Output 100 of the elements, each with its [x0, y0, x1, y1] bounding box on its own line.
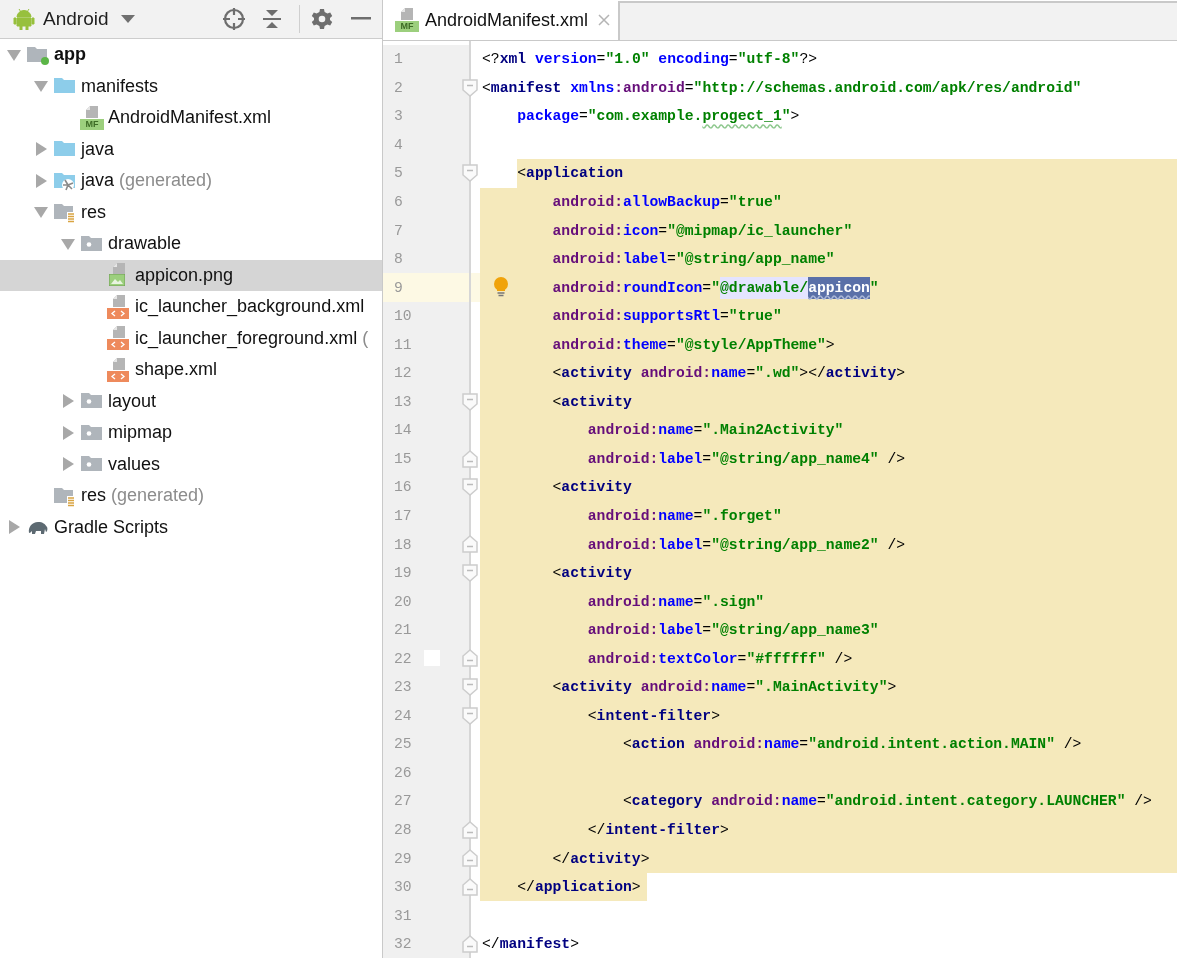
line-number: 21 — [393, 621, 412, 641]
code-line: android:name=".Main2Activity" — [586, 421, 844, 441]
collapsed-arrow-icon[interactable] — [61, 425, 75, 440]
line-number: 4 — [393, 135, 403, 155]
code-line: android:theme="@style/AppTheme"> — [551, 335, 835, 355]
locate-icon[interactable] — [223, 8, 245, 30]
tree-item[interactable]: shape.xml — [0, 354, 382, 386]
code-line: </manifest> — [482, 935, 579, 955]
collapse-all-icon[interactable] — [262, 9, 282, 29]
fold-marker-icon[interactable] — [462, 392, 478, 411]
tree-item[interactable]: java — [0, 133, 382, 165]
line-number: 16 — [393, 478, 412, 498]
line-number: 6 — [393, 193, 403, 212]
code-line: <activity — [551, 478, 632, 498]
xml-file-icon — [107, 326, 131, 351]
settings-icon[interactable] — [311, 8, 333, 30]
code-line: package="com.example.progect_1"> — [516, 107, 800, 127]
code-line: </intent-filter> — [586, 821, 729, 840]
code-line: android:label="@string/app_name3" — [586, 621, 879, 641]
code-line: android:label="@string/app_name2" /> — [586, 535, 906, 555]
collapsed-arrow-icon[interactable] — [34, 142, 48, 157]
line-number: 26 — [393, 763, 412, 783]
fold-marker-icon[interactable] — [462, 164, 478, 183]
code-line: <activity android:name=".wd"></activity> — [551, 364, 906, 384]
tree-item[interactable]: res — [0, 196, 382, 228]
line-number: 27 — [393, 792, 412, 812]
code-line: android:name=".forget" — [586, 507, 782, 526]
line-number: 8 — [393, 250, 403, 270]
code-line: <activity — [551, 392, 632, 412]
close-icon[interactable] — [598, 14, 611, 26]
code-line: android:supportsRtl="true" — [551, 307, 782, 327]
line-number: 9 — [393, 278, 403, 298]
line-number: 25 — [393, 735, 412, 755]
tree-item[interactable]: java (generated) — [0, 165, 382, 197]
fold-marker-icon[interactable] — [462, 678, 478, 697]
line-number: 2 — [393, 78, 403, 98]
code-line: android:roundIcon="@drawable/appicon" — [482, 273, 879, 302]
line-number: 30 — [393, 878, 412, 898]
code-line: <manifest xmlns:android="http://schemas.android.com/apk/res/android" — [482, 78, 1082, 98]
line-number: 5 — [393, 164, 403, 184]
expanded-arrow-icon[interactable] — [34, 79, 48, 94]
tree-item[interactable]: mipmap — [0, 417, 382, 449]
line-number: 7 — [393, 221, 403, 241]
xml-file-icon — [107, 294, 131, 319]
line-number: 14 — [393, 421, 412, 441]
tree-item[interactable]: MF AndroidManifest.xml — [0, 102, 382, 134]
line-number: 28 — [393, 821, 412, 840]
line-number: 15 — [393, 449, 412, 469]
collapsed-arrow-icon[interactable] — [34, 173, 48, 188]
collapsed-arrow-icon[interactable] — [7, 520, 21, 535]
code-line: </activity> — [551, 849, 650, 869]
code-line: <action android:name="android.intent.action.MAIN" /> — [622, 735, 1082, 755]
caret-icon — [120, 15, 135, 23]
code-line: android:label="@string/app_name4" /> — [586, 449, 906, 469]
tree-item[interactable]: ic_launcher_foreground.xml ( — [0, 322, 382, 354]
fold-marker-icon[interactable] — [462, 563, 478, 582]
android-icon — [13, 8, 35, 30]
tree-item[interactable]: layout — [0, 385, 382, 417]
minimize-icon[interactable] — [351, 17, 371, 21]
line-number: 10 — [393, 307, 412, 327]
tree-item[interactable]: drawable — [0, 228, 382, 260]
code-line: <category android:name="android.intent.category.LAUNCHER" /> — [622, 792, 1152, 812]
tree-item[interactable]: Gradle Scripts — [0, 511, 382, 543]
collapsed-arrow-icon[interactable] — [61, 394, 75, 409]
line-number: 23 — [393, 678, 412, 698]
code-line: </application> — [516, 878, 641, 898]
tree-item[interactable]: manifests — [0, 70, 382, 102]
xml-file-icon — [107, 357, 131, 382]
expanded-arrow-icon[interactable] — [61, 236, 75, 251]
line-number: 12 — [393, 364, 412, 384]
code-line: android:name=".sign" — [586, 592, 765, 612]
line-number: 29 — [393, 849, 412, 869]
code-line: <activity android:name=".MainActivity"> — [551, 678, 897, 698]
code-line: android:icon="@mipmap/ic_launcher" — [551, 221, 853, 241]
expanded-arrow-icon[interactable] — [7, 47, 21, 62]
expanded-arrow-icon[interactable] — [34, 205, 48, 220]
line-number: 22 — [393, 649, 412, 669]
code-line: <intent-filter> — [586, 706, 720, 726]
lightbulb-icon[interactable] — [493, 277, 509, 298]
tree-item[interactable]: values — [0, 448, 382, 480]
line-number: 13 — [393, 392, 412, 412]
tree-item[interactable]: appicon.png — [0, 259, 382, 291]
fold-marker-icon[interactable] — [462, 78, 478, 97]
code-line: android:label="@string/app_name" — [551, 250, 835, 270]
tree-item[interactable]: ic_launcher_background.xml — [0, 291, 382, 323]
line-number: 11 — [393, 335, 412, 355]
fold-marker-icon[interactable] — [462, 478, 478, 497]
code-line: <activity — [551, 564, 632, 584]
line-number: 31 — [393, 906, 412, 926]
line-number: 18 — [393, 535, 412, 555]
collapsed-arrow-icon[interactable] — [61, 457, 75, 472]
line-number: 19 — [393, 564, 412, 584]
line-number: 24 — [393, 706, 412, 726]
code-line: <?xml version="1.0" encoding="utf-8"?> — [482, 50, 817, 70]
line-number: 32 — [393, 935, 412, 955]
fold-marker-icon[interactable] — [462, 706, 478, 725]
line-number: 1 — [393, 50, 403, 70]
tree-item[interactable]: res (generated) — [0, 480, 382, 512]
code-line: android:textColor="#ffffff" /> — [586, 649, 853, 669]
tree-item[interactable]: app — [0, 39, 382, 71]
